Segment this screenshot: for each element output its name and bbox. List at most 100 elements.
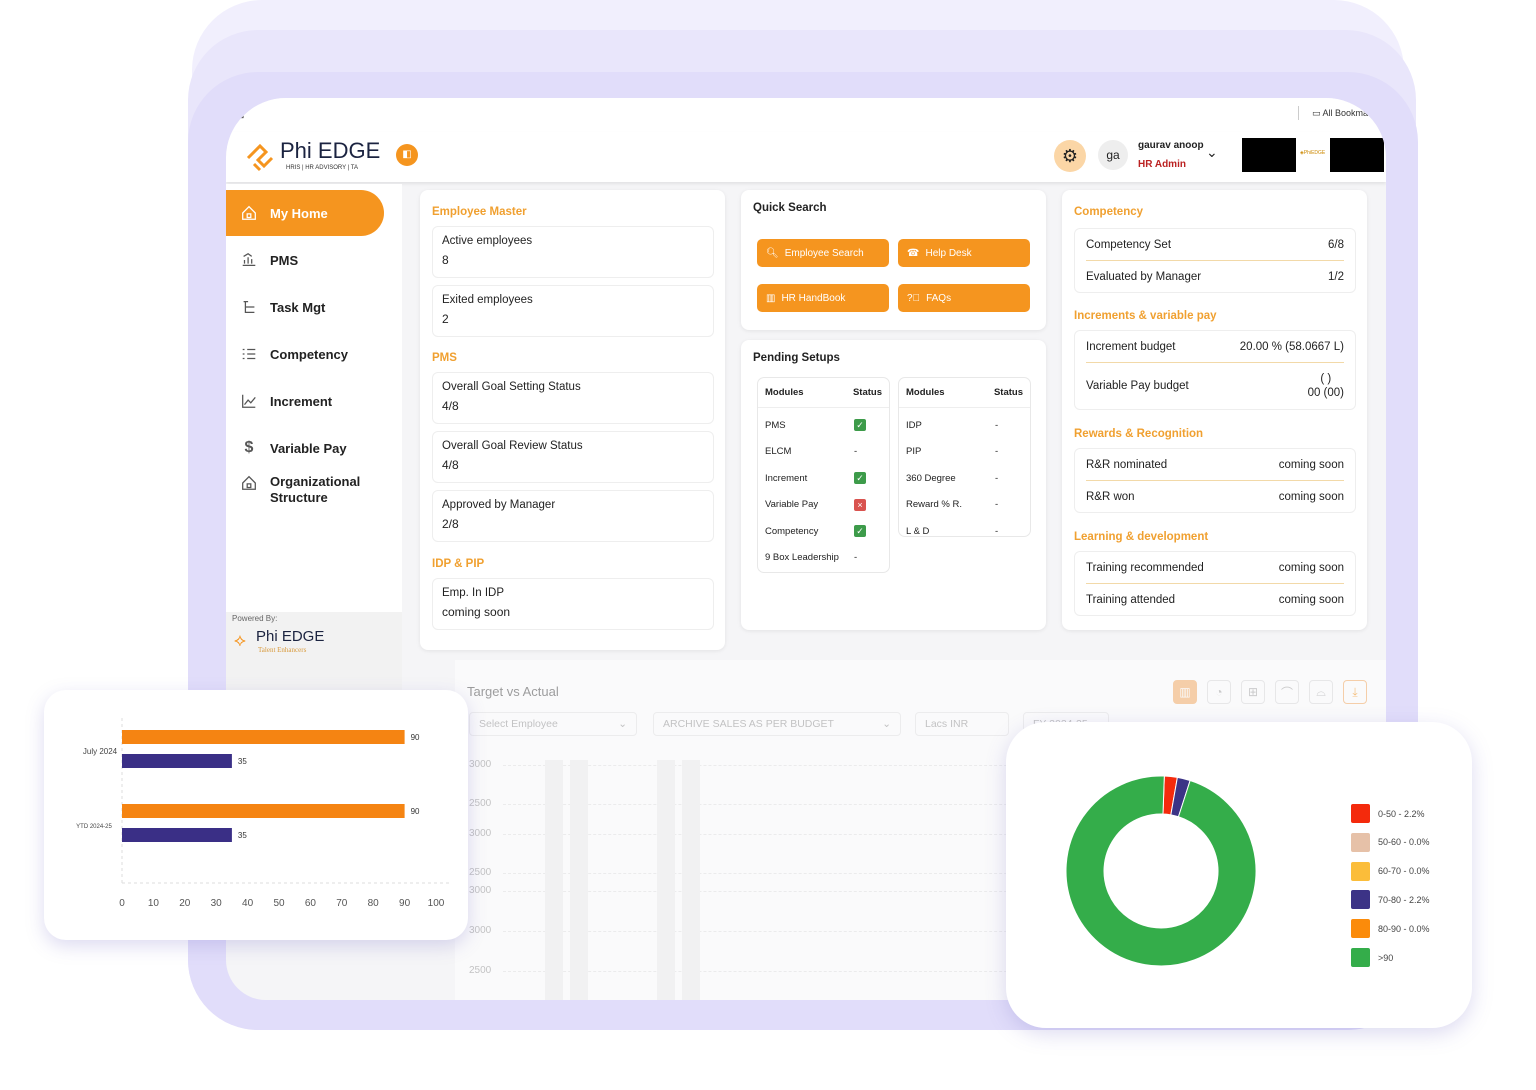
apps-icon[interactable]: ⊞: [236, 110, 244, 121]
powered-by-label: Powered By:: [232, 614, 278, 623]
section-title: Competency: [1074, 206, 1144, 218]
sidebar-item-task-mgt[interactable]: Task Mgt: [226, 284, 384, 330]
kv-value: 1/2: [1328, 270, 1344, 283]
competency-box: Competency Set 6/8 Evaluated by Manager 1/…: [1074, 228, 1356, 293]
area-chart-view-icon[interactable]: ⌓: [1309, 680, 1333, 704]
sidebar: My Home PMS Task Mgt Competency Incremen…: [226, 184, 402, 762]
status-cell: -: [995, 420, 1023, 431]
chevron-down-icon[interactable]: ⌄: [1206, 144, 1218, 161]
help-desk-icon: ☎: [907, 247, 920, 259]
table-view-icon[interactable]: ⊞: [1241, 680, 1265, 704]
avatar[interactable]: ga: [1098, 140, 1128, 170]
kv-value: ( ): [1320, 373, 1332, 385]
status-cell: -: [854, 552, 882, 563]
increments-box: Increment budget 20.00 % (58.0667 L) Vari…: [1074, 330, 1356, 410]
pms-icon: [242, 252, 256, 267]
bar: [122, 754, 232, 768]
line-chart-view-icon[interactable]: ⌒: [1275, 680, 1299, 704]
sidebar-item-label: My Home: [270, 205, 328, 221]
table-row: Competency ✓: [758, 518, 889, 545]
table-row: ELCM -: [758, 439, 889, 466]
legend-item: 80-90 - 0.0%: [1351, 919, 1430, 939]
module-name: 360 Degree: [906, 472, 956, 484]
sidebar-item-competency[interactable]: Competency: [226, 331, 384, 377]
col-status: Status: [993, 387, 1023, 398]
sidebar-item-increment[interactable]: Increment: [226, 378, 384, 424]
y-tick-label: 3000: [469, 828, 492, 839]
section-title: Pending Setups: [753, 352, 840, 364]
sidebar-item-label: Increment: [270, 393, 333, 409]
legend-swatch: [1351, 890, 1370, 910]
metric-dropdown[interactable]: ARCHIVE SALES AS PER BUDGET ⌄: [653, 712, 901, 736]
section-title: Rewards & Recognition: [1074, 428, 1204, 440]
select-employee-dropdown[interactable]: Select Employee ⌄: [469, 712, 637, 736]
status-cell: -: [854, 446, 882, 457]
settings-gear-icon[interactable]: ⚙: [1054, 140, 1086, 172]
collapse-sidebar-button[interactable]: ◧: [396, 144, 418, 166]
col-modules: Modules: [906, 387, 945, 398]
summary-card: Competency Competency Set 6/8 Evaluated b…: [1062, 190, 1367, 630]
stat-goal-review[interactable]: Overall Goal Review Status 4/8: [432, 431, 714, 483]
x-tick-label: 10: [148, 898, 160, 909]
x-tick-label: 80: [368, 898, 380, 909]
stat-label: Overall Goal Setting Status: [442, 381, 581, 393]
stat-exited-employees[interactable]: Exited employees 2: [432, 285, 714, 337]
kv-label: Training recommended: [1086, 561, 1204, 574]
sidebar-item-variable-pay[interactable]: $ Variable Pay: [226, 425, 384, 471]
help-desk-button[interactable]: ☎ Help Desk: [898, 239, 1030, 267]
panel-title: Target vs Actual: [467, 684, 559, 699]
legend-swatch: [1351, 832, 1370, 852]
sidebar-item-label: Task Mgt: [270, 299, 326, 315]
stat-value: 2/8: [442, 517, 459, 531]
x-tick-label: 100: [428, 898, 445, 909]
stat-goal-setting[interactable]: Overall Goal Setting Status 4/8: [432, 372, 714, 424]
button-label: FAQs: [926, 292, 952, 304]
donut-slice: [1065, 775, 1257, 967]
legend-item: 0-50 - 2.2%: [1351, 804, 1425, 823]
unit-field[interactable]: Lacs INR: [915, 712, 1009, 736]
x-tick-label: 70: [336, 898, 348, 909]
sidebar-item-organizational-structure[interactable]: Organizational Structure: [226, 474, 384, 524]
x-tick-label: 60: [305, 898, 317, 909]
chevron-down-icon: ⌄: [882, 718, 891, 730]
kv-label: Increment budget: [1086, 340, 1176, 353]
table-row: Reward % R. -: [899, 492, 1030, 519]
status-value: -: [995, 472, 999, 484]
stat-emp-in-idp[interactable]: Emp. In IDP coming soon: [432, 578, 714, 630]
kv-value: 00 (00): [1307, 387, 1344, 399]
table-row: PIP -: [899, 439, 1030, 466]
stat-approved-by-manager[interactable]: Approved by Manager 2/8: [432, 490, 714, 542]
pending-setups-card: Pending Setups Modules Status PMS ✓ ELCM - Inc…: [741, 340, 1046, 630]
bar: [122, 804, 405, 818]
sidebar-item-pms[interactable]: PMS: [226, 237, 384, 283]
sidebar-item-my-home[interactable]: My Home: [226, 190, 384, 236]
stat-value: 4/8: [442, 399, 459, 413]
kv-row: Evaluated by Manager 1/2: [1075, 261, 1355, 292]
bookmarks-folder[interactable]: ▭ All Bookmarks: [1312, 108, 1380, 119]
legend-label: 70-80 - 2.2%: [1378, 894, 1430, 905]
table-row: L & D-: [899, 518, 1030, 545]
table-header: Modules Status: [899, 378, 1030, 408]
unit-value: Lacs INR: [925, 718, 969, 730]
module-name: ELCM: [765, 446, 792, 458]
faqs-button[interactable]: ?⃝ FAQs: [898, 284, 1030, 312]
pending-table-right: Modules Status IDP - PIP -360 Degree - Reward %…: [898, 377, 1031, 537]
x-tick-label: 20: [179, 898, 191, 909]
chevron-down-icon: ⌄: [618, 718, 627, 730]
pie-chart-view-icon[interactable]: ◔: [1207, 680, 1231, 704]
data-label: 35: [238, 757, 247, 766]
employee-search-button[interactable]: 🔍︎ Employee Search: [757, 239, 889, 267]
powered-tagline: Talent Enhancers: [258, 646, 307, 654]
learning-box: Training recommended coming soon Training…: [1074, 551, 1356, 616]
stat-active-employees[interactable]: Active employees 8: [432, 226, 714, 278]
bar-chart-view-icon[interactable]: ▥: [1173, 680, 1197, 704]
download-icon[interactable]: ⤓: [1343, 680, 1367, 704]
hr-handbook-button[interactable]: ▥ HR HandBook: [757, 284, 889, 312]
quick-search-card: Quick Search 🔍︎ Employee Search ☎ Help Des…: [741, 190, 1046, 330]
stat-value: 4/8: [442, 458, 459, 472]
sidebar-item-label: Organizational Structure: [270, 474, 361, 505]
employee-master-card: Employee Master Active employees 8 Exited…: [420, 190, 725, 650]
status-value: -: [854, 446, 858, 458]
kv-row: R&R won coming soon: [1075, 481, 1355, 512]
status-value: -: [995, 446, 999, 458]
